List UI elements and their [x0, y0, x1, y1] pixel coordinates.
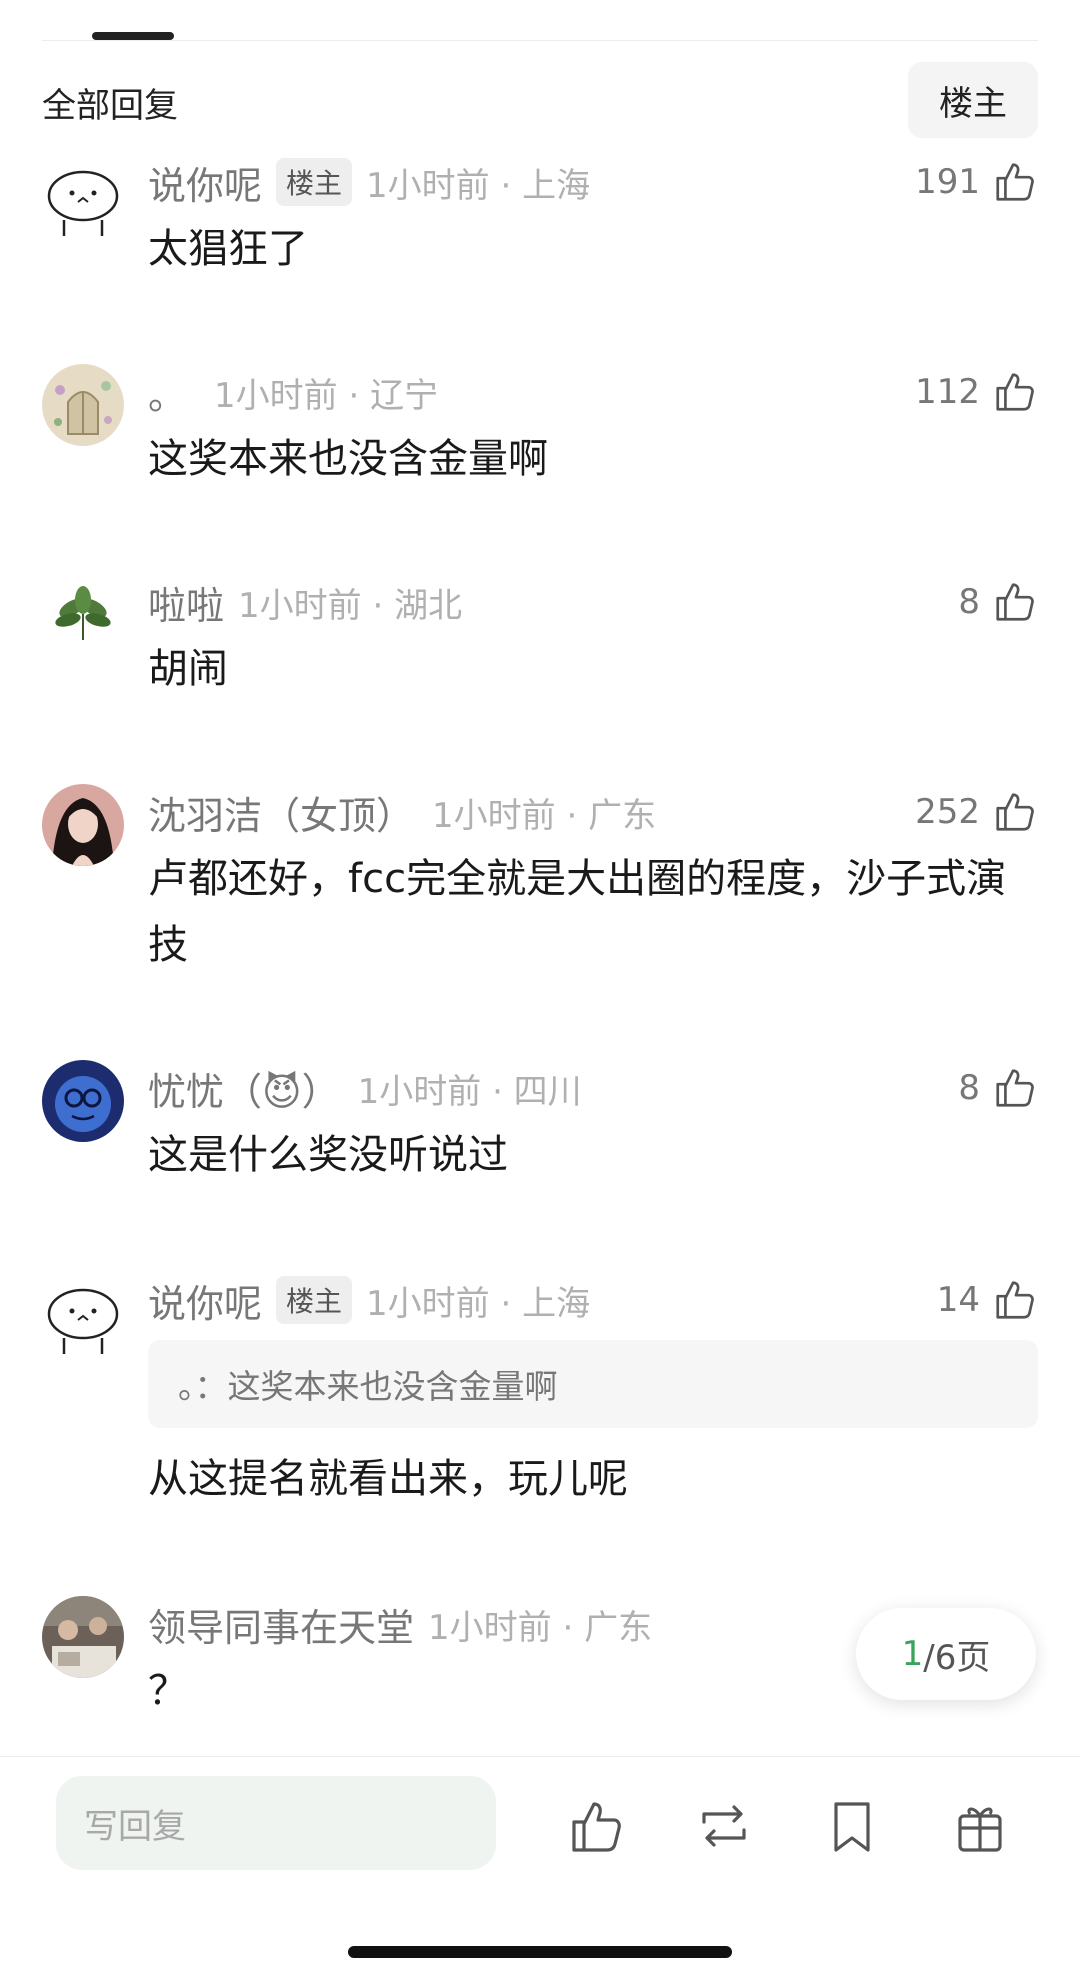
thumbs-up-icon — [996, 1281, 1034, 1319]
like-button[interactable]: 191 — [915, 156, 1038, 208]
time-location: 1小时前 · 广东 — [428, 1607, 653, 1648]
like-button[interactable]: 8 — [958, 576, 1038, 628]
like-button[interactable]: 14 — [937, 1274, 1038, 1326]
op-only-filter-button[interactable]: 楼主 — [908, 62, 1038, 138]
comment-meta: 说你呢 楼主 1小时前 · 上海 — [148, 154, 590, 210]
time-location: 1小时前 · 辽宁 — [214, 375, 439, 416]
classroom-photo-avatar-icon — [42, 1596, 124, 1678]
blue-character-avatar-icon — [42, 1060, 124, 1142]
avatar[interactable] — [42, 1596, 124, 1678]
avatar[interactable] — [42, 160, 124, 242]
like-count: 8 — [958, 1068, 980, 1108]
repost-icon[interactable] — [694, 1796, 754, 1856]
like-count: 112 — [915, 372, 980, 412]
bookmark-icon[interactable] — [822, 1796, 882, 1856]
like-count: 14 — [936, 1280, 980, 1320]
like-button[interactable]: 8 — [958, 1062, 1038, 1114]
time-location: 1小时前 · 上海 — [366, 1283, 591, 1324]
like-count: 191 — [915, 162, 980, 202]
total-pages: /6页 — [923, 1637, 991, 1678]
avatar[interactable] — [42, 784, 124, 866]
current-page: 1 — [901, 1634, 924, 1674]
username[interactable]: 说你呢 — [148, 155, 262, 210]
username[interactable]: 领导同事在天堂 — [148, 1597, 414, 1652]
page-indicator-button[interactable]: 1/6页 — [856, 1608, 1036, 1700]
time-location: 1小时前 · 湖北 — [238, 585, 463, 626]
cartoon-cat-avatar-icon — [42, 160, 124, 242]
comment-meta: 沈羽洁（女顶） 1小时前 · 广东 — [148, 784, 656, 840]
avatar[interactable] — [42, 1060, 124, 1142]
comment-text: 卢都还好，fcc完全就是大出圈的程度，沙子式演技 — [148, 856, 1007, 968]
like-button[interactable]: 252 — [915, 786, 1038, 838]
gift-icon[interactable] — [950, 1796, 1010, 1856]
divider — [42, 40, 1038, 41]
comment-meta: 。 1小时前 · 辽宁 — [148, 364, 438, 420]
comment-text: 太猖狂了 — [148, 226, 308, 272]
divider — [0, 1756, 1080, 1757]
avatar[interactable] — [42, 364, 124, 446]
portrait-woman-avatar-icon — [42, 784, 124, 866]
tab-indicator — [92, 32, 174, 40]
like-post-icon[interactable] — [566, 1796, 626, 1856]
comment-text: 从这提名就看出来，玩儿呢 — [148, 1456, 628, 1502]
op-badge: 楼主 — [276, 158, 353, 206]
comment-text: 胡闹 — [148, 646, 228, 692]
username[interactable]: 沈羽洁（女顶） — [148, 785, 414, 840]
thumbs-up-icon — [996, 583, 1034, 621]
quoted-reply[interactable]: 。：这奖本来也没含金量啊 — [148, 1340, 1038, 1428]
thumbs-up-icon — [996, 793, 1034, 831]
username[interactable]: 说你呢 — [148, 1273, 262, 1328]
username[interactable]: 。 — [148, 365, 186, 420]
leaf-plant-avatar-icon — [42, 574, 124, 656]
reply-input[interactable]: 写回复 — [56, 1776, 496, 1870]
username[interactable]: 啦啦 — [148, 575, 224, 630]
window-flowers-avatar-icon — [42, 364, 124, 446]
comment-meta: 忧忧（😈） 1小时前 · 四川 — [148, 1060, 582, 1116]
thumbs-up-icon — [996, 163, 1034, 201]
all-replies-title: 全部回复 — [42, 86, 178, 126]
thumbs-up-icon — [996, 1069, 1034, 1107]
comment-text: 这奖本来也没含金量啊 — [148, 436, 548, 482]
thumbs-up-icon — [996, 373, 1034, 411]
avatar[interactable] — [42, 574, 124, 656]
comment-meta: 说你呢 楼主 1小时前 · 上海 — [148, 1272, 590, 1328]
like-count: 252 — [915, 792, 980, 832]
like-button[interactable]: 112 — [915, 366, 1038, 418]
comment-meta: 啦啦 1小时前 · 湖北 — [148, 574, 462, 630]
avatar[interactable] — [42, 1278, 124, 1360]
op-badge: 楼主 — [276, 1276, 353, 1324]
home-indicator — [348, 1946, 732, 1958]
cartoon-cat-avatar-icon — [42, 1278, 124, 1360]
comment-text: 这是什么奖没听说过 — [148, 1132, 508, 1178]
time-location: 1小时前 · 四川 — [357, 1071, 582, 1112]
time-location: 1小时前 · 上海 — [366, 165, 591, 206]
username[interactable]: 忧忧（😈） — [148, 1061, 340, 1116]
comment-meta: 领导同事在天堂 1小时前 · 广东 — [148, 1596, 652, 1652]
like-count: 8 — [958, 582, 980, 622]
time-location: 1小时前 · 广东 — [432, 795, 657, 836]
